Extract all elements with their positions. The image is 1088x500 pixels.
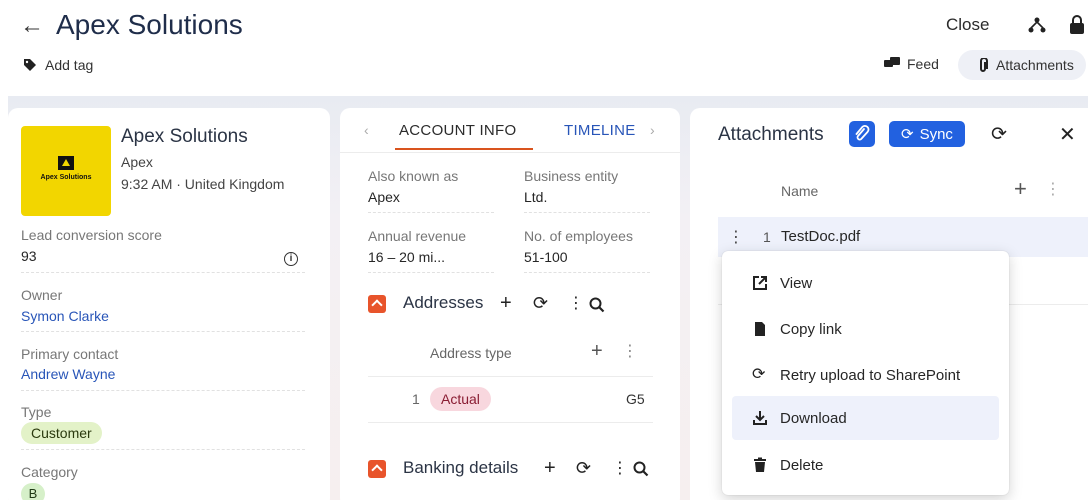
add-column-icon[interactable]: + — [1014, 176, 1027, 202]
profile-panel: Apex Solutions Apex Solutions Apex 9:32 … — [8, 108, 330, 500]
paperclip-icon — [855, 125, 870, 141]
column-options-icon[interactable]: ⋮ — [622, 341, 638, 361]
also-known-as-value: Apex — [368, 189, 400, 205]
active-tab-indicator — [395, 148, 533, 150]
type-chip: Customer — [21, 422, 102, 444]
tab-timeline[interactable]: TIMELINE — [564, 122, 636, 139]
trash-icon — [754, 457, 766, 472]
close-button[interactable]: Close — [946, 15, 989, 35]
owner-link[interactable]: Symon Clarke — [21, 308, 109, 324]
row-menu-icon[interactable]: ⋮ — [728, 227, 744, 247]
address-row-number: 1 — [412, 391, 420, 407]
feed-button[interactable]: Feed — [884, 56, 939, 72]
owner-label: Owner — [21, 287, 63, 303]
addresses-collapse-toggle[interactable] — [368, 295, 386, 313]
menu-item-delete[interactable]: Delete — [732, 443, 999, 487]
column-options-icon[interactable]: ⋮ — [1045, 179, 1061, 199]
tabs-next-icon[interactable]: › — [650, 122, 655, 138]
category-label: Category — [21, 464, 78, 480]
sync-icon: ⟳ — [901, 126, 914, 143]
banking-collapse-toggle[interactable] — [368, 460, 386, 478]
employees-value: 51-100 — [524, 249, 568, 265]
tag-icon — [24, 59, 36, 71]
add-tag-button[interactable]: Add tag — [23, 57, 93, 73]
file-name[interactable]: TestDoc.pdf — [781, 228, 860, 245]
primary-contact-link[interactable]: Andrew Wayne — [21, 366, 115, 382]
menu-item-retry-upload[interactable]: ⟳ Retry upload to SharePoint — [732, 353, 999, 397]
file-row-number: 1 — [763, 229, 771, 245]
paperclip-icon — [980, 57, 988, 72]
account-info-panel: ‹ ACCOUNT INFO TIMELINE › Also known as … — [340, 108, 680, 500]
logo-text: Apex Solutions — [40, 174, 92, 181]
refresh-icon[interactable]: ⟳ — [991, 123, 1007, 146]
download-icon — [753, 411, 767, 425]
menu-item-copy-link[interactable]: Copy link — [732, 307, 999, 351]
annual-revenue-value: 16 – 20 mi... — [368, 249, 446, 265]
add-column-icon[interactable]: + — [591, 340, 603, 363]
file-icon — [755, 322, 765, 336]
category-chip: B — [21, 483, 45, 500]
lead-score-value: 93 — [21, 248, 37, 264]
feed-icon — [884, 57, 900, 67]
tab-account-info[interactable]: ACCOUNT INFO — [399, 122, 517, 139]
feed-label: Feed — [907, 56, 939, 72]
back-arrow-icon[interactable]: ← — [20, 12, 44, 40]
sync-button[interactable]: ⟳ Sync — [889, 121, 965, 147]
banking-section-title: Banking details — [403, 458, 519, 477]
account-local-time: 9:32 AM · United Kingdom — [121, 176, 285, 192]
retry-icon: ⟳ — [752, 366, 766, 383]
also-known-as-label: Also known as — [368, 168, 459, 184]
tabs-prev-icon[interactable]: ‹ — [364, 122, 369, 138]
close-panel-icon[interactable]: ✕ — [1059, 122, 1076, 147]
addresses-more-icon[interactable]: ⋮ — [568, 294, 584, 314]
lead-score-label: Lead conversion score — [21, 227, 162, 243]
type-label: Type — [21, 404, 52, 420]
file-context-menu: View Copy link ⟳ Retry upload to SharePo… — [722, 251, 1009, 495]
address-row-extra: G5 — [626, 391, 645, 407]
annual-revenue-label: Annual revenue — [368, 228, 467, 244]
account-name: Apex Solutions — [121, 126, 248, 147]
add-banking-icon[interactable]: + — [544, 458, 556, 478]
lock-icon[interactable] — [1068, 15, 1086, 35]
open-external-icon — [753, 276, 767, 290]
business-entity-value: Ltd. — [524, 189, 548, 205]
account-short-name: Apex — [121, 154, 153, 170]
name-column-header: Name — [781, 183, 819, 199]
business-entity-label: Business entity — [524, 168, 619, 184]
menu-item-download[interactable]: Download — [732, 396, 999, 440]
primary-contact-label: Primary contact — [21, 346, 119, 362]
add-tag-label: Add tag — [45, 57, 94, 73]
info-icon[interactable]: i — [284, 252, 298, 266]
page-title: Apex Solutions — [56, 9, 243, 40]
employees-label: No. of employees — [524, 228, 633, 244]
address-type-column-header: Address type — [430, 345, 512, 361]
attachments-label: Attachments — [996, 57, 1074, 73]
refresh-banking-icon[interactable]: ⟳ — [576, 458, 591, 478]
menu-label-copy-link: Copy link — [780, 320, 842, 338]
menu-label-download: Download — [780, 409, 847, 427]
sync-label: Sync — [919, 125, 953, 143]
upload-attachment-button[interactable] — [849, 121, 875, 147]
refresh-addresses-icon[interactable]: ⟳ — [533, 293, 548, 313]
menu-label-view: View — [780, 274, 813, 292]
address-type-chip: Actual — [430, 387, 491, 411]
banking-more-icon[interactable]: ⋮ — [612, 459, 628, 479]
hierarchy-icon[interactable] — [1028, 15, 1046, 35]
menu-label-retry-upload: Retry upload to SharePoint — [780, 366, 961, 384]
addresses-section-title: Addresses — [403, 293, 484, 312]
attachments-button[interactable]: Attachments — [958, 50, 1086, 80]
menu-item-view[interactable]: View — [732, 261, 999, 305]
search-addresses-icon[interactable] — [589, 297, 605, 313]
attachments-panel-title: Attachments — [718, 124, 824, 145]
add-address-icon[interactable]: + — [500, 293, 512, 313]
search-banking-icon[interactable] — [633, 461, 649, 477]
company-logo: Apex Solutions — [21, 126, 111, 216]
menu-label-delete: Delete — [780, 456, 824, 474]
